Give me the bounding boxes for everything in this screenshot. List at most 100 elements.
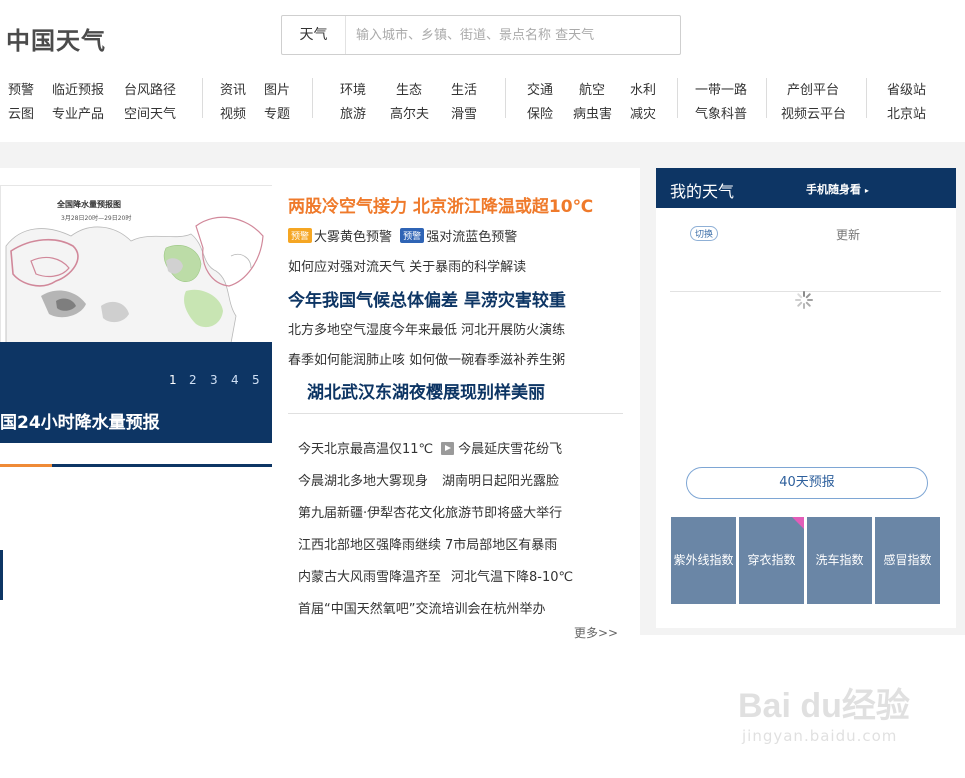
main-headline[interactable]: 两股冷空气接力 北京浙江降温或超10℃ [288, 192, 593, 217]
nav-item-beijing[interactable]: 北京站 [887, 103, 926, 122]
news-list-item: 内蒙古大风雨雪降温齐至 河北气温下降8-10℃ [298, 566, 573, 585]
nav-item-warning[interactable]: 预警 [8, 79, 34, 98]
slide-caption[interactable]: 国24小时降水量预报 [0, 408, 160, 433]
warning-badge-yellow: 预警 [288, 228, 313, 243]
nav-divider [505, 78, 506, 118]
map-date: 3月28日20时—29日20时 [61, 215, 132, 222]
nav-item-golf[interactable]: 高尔夫 [390, 103, 429, 122]
nav-item-topics[interactable]: 专题 [264, 103, 290, 122]
nav-item-belt-road[interactable]: 一带一路 [695, 79, 747, 98]
nav-item-video-cloud[interactable]: 视频云平台 [781, 103, 846, 122]
switch-city-button[interactable]: 切换 [690, 226, 719, 241]
loading-spinner-icon [795, 291, 813, 309]
third-headline[interactable]: 湖北武汉东湖夜樱展现别样美丽 [307, 378, 545, 403]
nav-item-insurance[interactable]: 保险 [527, 103, 553, 122]
slider-progress-track [52, 464, 272, 467]
news-link[interactable]: 北方多地空气湿度今年来最低 河北开展防火演练 [288, 319, 565, 338]
nav-item-news[interactable]: 资讯 [220, 79, 246, 98]
slider-progress-active [0, 464, 52, 467]
precipitation-map-image[interactable]: 全国降水量预报图 3月28日20时—29日20时 [0, 185, 272, 344]
search-input[interactable] [346, 16, 680, 54]
image-slider[interactable]: 全国降水量预报图 3月28日20时—29日20时 1 2 3 4 5 国24小时… [0, 185, 272, 443]
news-list-link[interactable]: 今晨延庆雪花纷飞 [458, 442, 562, 457]
site-logo[interactable]: 中国天气 [6, 21, 106, 56]
car-wash-index-tile[interactable]: 洗车指数 [807, 517, 872, 604]
news-list-item: 第九届新疆·伊犁杏花文化旅游节即将盛大举行 [298, 502, 562, 521]
news-list-link[interactable]: 7市局部地区有暴雨 [445, 538, 557, 553]
nav-item-nowcast[interactable]: 临近预报 [52, 79, 104, 98]
news-list-link[interactable]: 今天北京最高温仅11℃ [298, 442, 433, 457]
warning-link-convection[interactable]: 强对流蓝色预警 [426, 230, 517, 245]
dressing-index-label: 穿衣指数 [747, 553, 796, 567]
nav-item-aviation[interactable]: 航空 [579, 79, 605, 98]
nav-item-provincial[interactable]: 省级站 [887, 79, 926, 98]
nav-divider [677, 78, 678, 118]
warning-badge-blue: 预警 [400, 228, 425, 243]
news-list-item: 今晨湖北多地大雾现身 湖南明日起阳光露脸 [298, 470, 559, 489]
news-list-link[interactable]: 内蒙古大风雨雪降温齐至 [298, 570, 441, 585]
watermark-url: jingyan.baidu.com [742, 727, 898, 745]
nav-item-ski[interactable]: 滑雪 [451, 103, 477, 122]
left-edge-strip [0, 550, 3, 600]
nav-item-life[interactable]: 生活 [451, 79, 477, 98]
news-link[interactable]: 春季如何能润肺止咳 如何做一碗春季滋补养生粥 [288, 349, 565, 368]
forecast-40-days-button[interactable]: 40天预报 [686, 467, 928, 499]
nav-item-pests[interactable]: 病虫害 [573, 103, 612, 122]
mobile-view-link[interactable]: 手机随身看 ▸ [806, 181, 869, 197]
news-link[interactable]: 如何应对强对流天气 关于暴雨的科学解读 [288, 256, 526, 275]
slide-dot-2[interactable]: 2 [189, 373, 197, 387]
nav-item-cloud[interactable]: 云图 [8, 103, 34, 122]
nav-item-products[interactable]: 专业产品 [52, 103, 104, 122]
news-list-item: 今天北京最高温仅11℃ 今晨延庆雪花纷飞 [298, 438, 562, 457]
nav-item-pictures[interactable]: 图片 [264, 79, 290, 98]
nav-divider [312, 78, 313, 118]
my-weather-widget: 我的天气 手机随身看 ▸ 切换 更新 40天预报 紫外线指数 穿衣指数 洗车指数… [656, 168, 956, 628]
cold-index-tile[interactable]: 感冒指数 [875, 517, 940, 604]
nav-item-disaster[interactable]: 减灾 [630, 103, 656, 122]
nav-item-ecology[interactable]: 生态 [396, 79, 422, 98]
baidu-jingyan-watermark: Bai du经验 jingyan.baidu.com [738, 678, 910, 745]
nav-divider [866, 78, 867, 118]
nav-item-travel[interactable]: 旅游 [340, 103, 366, 122]
china-map-graphic [1, 186, 272, 344]
refresh-button[interactable]: 更新 [836, 226, 860, 243]
slide-dot-5[interactable]: 5 [252, 373, 260, 387]
slide-dot-1[interactable]: 1 [169, 373, 177, 387]
nav-divider [202, 78, 203, 118]
secondary-headline[interactable]: 今年我国气候总体偏差 旱涝灾害较重 [288, 286, 566, 311]
nav-item-platform[interactable]: 产创平台 [787, 79, 839, 98]
news-list-link[interactable]: 今晨湖北多地大雾现身 [298, 474, 428, 489]
mobile-view-label: 手机随身看 [806, 183, 861, 196]
nav-item-traffic[interactable]: 交通 [527, 79, 553, 98]
search-type-select[interactable]: 天气 [282, 16, 346, 54]
slide-dot-3[interactable]: 3 [210, 373, 218, 387]
warning-row: 预警 大雾黄色预警 预警 强对流蓝色预警 [288, 226, 517, 245]
nav-item-environment[interactable]: 环境 [340, 79, 366, 98]
dressing-index-tile[interactable]: 穿衣指数 [739, 517, 804, 604]
nav-item-video[interactable]: 视频 [220, 103, 246, 122]
nav-item-space-weather[interactable]: 空间天气 [124, 103, 176, 122]
video-play-icon[interactable] [441, 442, 455, 455]
news-list-link[interactable]: 江西北部地区强降雨继续 [298, 538, 441, 553]
news-divider [288, 413, 623, 414]
my-weather-header: 我的天气 手机随身看 ▸ [656, 168, 956, 208]
news-list-item: 江西北部地区强降雨继续 7市局部地区有暴雨 [298, 534, 557, 553]
slide-dot-4[interactable]: 4 [231, 373, 239, 387]
watermark-logo-text: Bai du经验 [738, 687, 910, 725]
my-weather-title: 我的天气 [670, 182, 735, 201]
news-list-link[interactable]: 第九届新疆·伊犁杏花文化旅游节即将盛大举行 [298, 506, 562, 521]
news-list-link[interactable]: 湖南明日起阳光露脸 [442, 474, 559, 489]
nav-item-water[interactable]: 水利 [630, 79, 656, 98]
news-list-item: 首届“中国天然氧吧”交流培训会在杭州举办 [298, 598, 545, 617]
new-corner-badge [792, 517, 804, 529]
uv-index-tile[interactable]: 紫外线指数 [671, 517, 736, 604]
nav-item-science[interactable]: 气象科普 [695, 103, 747, 122]
news-list-link[interactable]: 河北气温下降8-10℃ [451, 570, 573, 585]
news-list-link[interactable]: 首届“中国天然氧吧”交流培训会在杭州举办 [298, 602, 545, 617]
search-box: 天气 [281, 15, 681, 55]
nav-item-typhoon[interactable]: 台风路径 [124, 79, 176, 98]
nav-divider [766, 78, 767, 118]
warning-link-fog[interactable]: 大雾黄色预警 [314, 230, 392, 245]
caret-right-icon: ▸ [864, 186, 869, 195]
more-news-link[interactable]: 更多>> [574, 624, 618, 641]
